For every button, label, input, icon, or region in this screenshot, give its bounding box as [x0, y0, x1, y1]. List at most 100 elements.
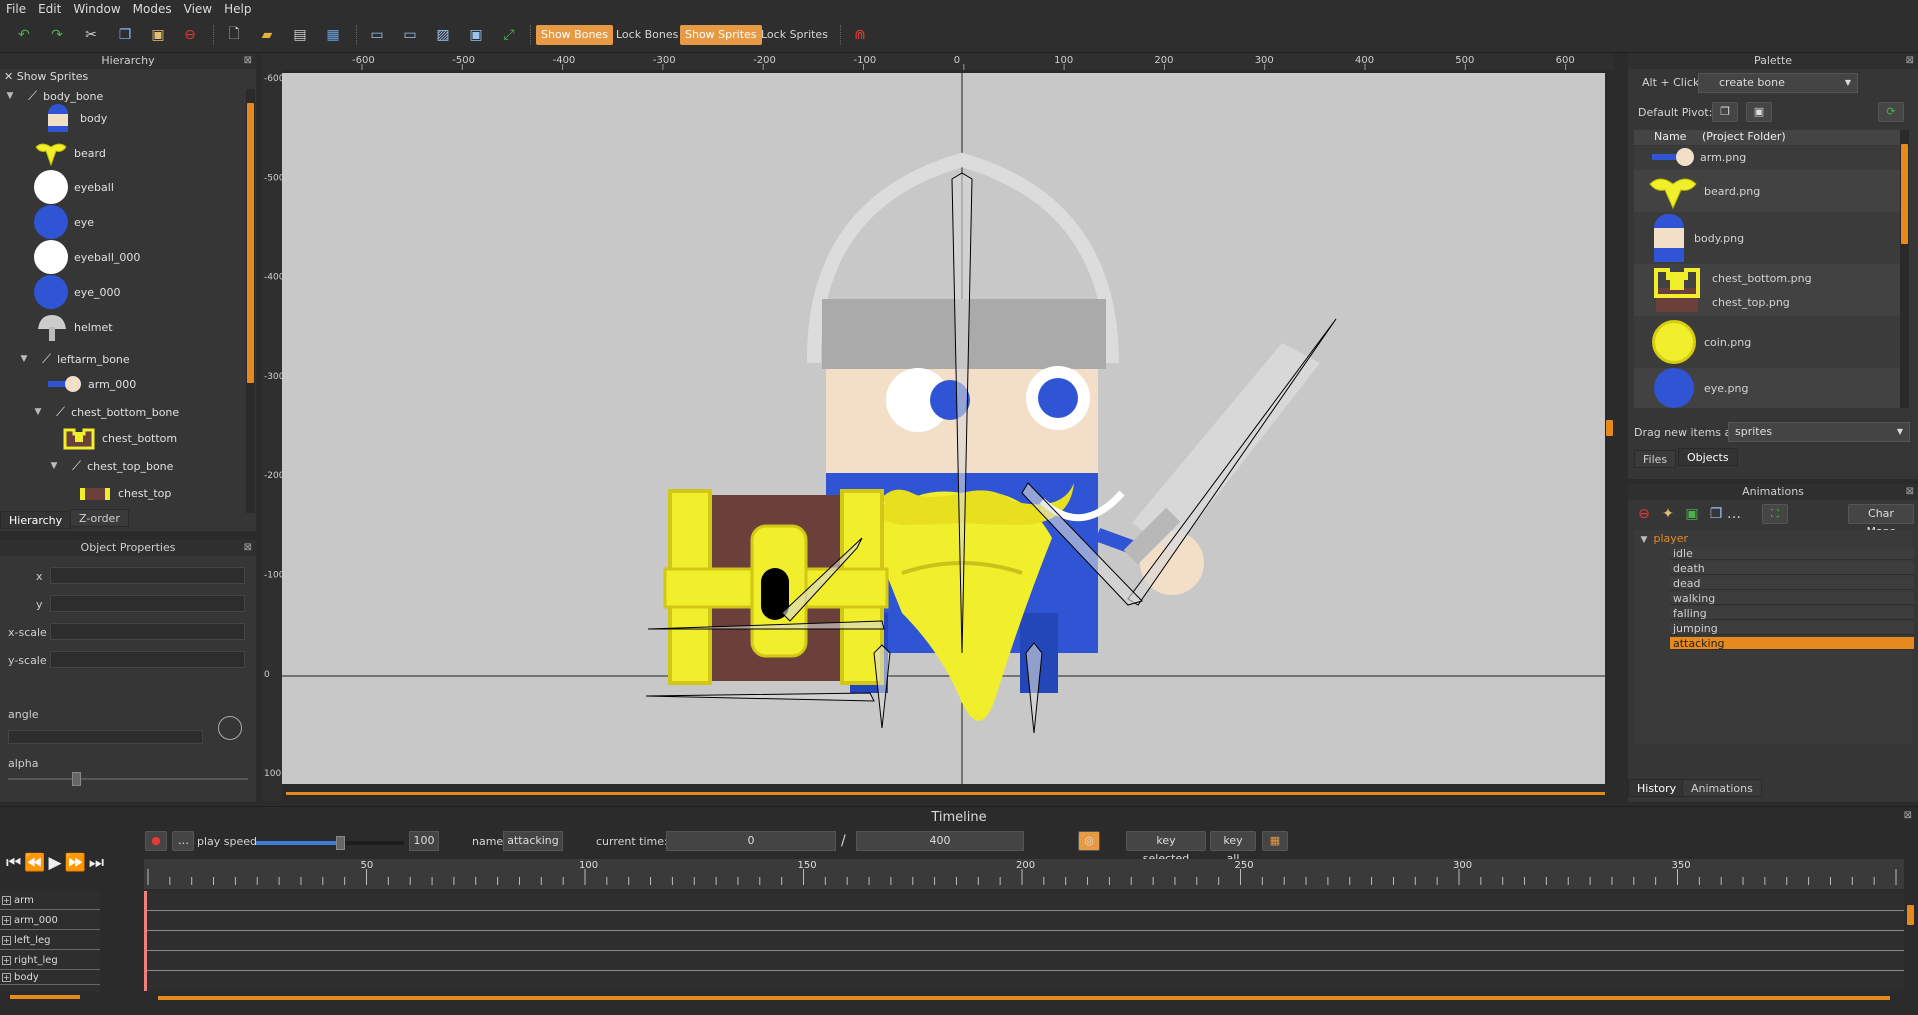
fullscreen-icon[interactable]: ⛶	[1762, 504, 1788, 524]
tree-item-eyeball-000[interactable]: eyeball_000	[34, 240, 140, 274]
track-arm-000[interactable]: + arm_000	[0, 911, 100, 930]
save-icon[interactable]: ▤	[290, 25, 310, 45]
canvas-scrollbar-vertical[interactable]	[1605, 70, 1614, 800]
open-folder-icon[interactable]: ▰	[257, 25, 277, 45]
tree-item-eye-000[interactable]: eye_000	[34, 275, 121, 309]
screenshot-icon[interactable]: ▣	[466, 25, 486, 45]
tab-history[interactable]: History	[1628, 779, 1686, 797]
file-coin[interactable]: coin.png	[1634, 319, 1904, 365]
duplicate-animation-icon[interactable]: ❐	[1706, 504, 1726, 524]
animation-name-field[interactable]: attacking	[503, 831, 563, 851]
skip-start-icon[interactable]: ⏮	[6, 853, 24, 873]
pivot-copy-icon[interactable]: ❐	[1712, 102, 1738, 122]
tree-item-body[interactable]: body	[46, 104, 107, 132]
undo-icon[interactable]: ↶	[14, 25, 34, 45]
tree-item-leftarm-bone[interactable]: ▼ ⟋ leftarm_bone	[18, 348, 130, 370]
canvas-viewport[interactable]: -600 -500 -400 -300 -200 -100 0 100 200 300 400 500…	[262, 53, 1614, 801]
key-selected-button[interactable]: key selected	[1126, 831, 1206, 865]
tree-item-chest-top-bone[interactable]: ▼ ⟋ chest_top_bone	[48, 455, 174, 477]
animation-walking[interactable]: walking	[1670, 592, 1914, 605]
timeline-ruler[interactable]: 50 100 150 200 250 300 350	[144, 859, 1904, 889]
tree-item-eyeball[interactable]: eyeball	[34, 170, 114, 204]
track-arm[interactable]: + arm	[0, 891, 100, 910]
step-forward-icon[interactable]: ⏩	[65, 853, 89, 873]
keyframe-area[interactable]	[144, 891, 1904, 991]
x-field[interactable]	[50, 567, 245, 584]
play-speed-slider[interactable]	[256, 836, 404, 850]
track-right-leg[interactable]: + right_leg	[0, 951, 100, 970]
file-beard[interactable]: beard.png	[1634, 170, 1904, 212]
menu-file[interactable]: File	[0, 2, 32, 16]
more-options-icon[interactable]: …	[1724, 504, 1744, 524]
redo-icon[interactable]: ↷	[47, 25, 67, 45]
close-icon[interactable]: ⊠	[244, 540, 252, 556]
close-icon[interactable]: ⊠	[1904, 810, 1912, 821]
key-settings-icon[interactable]: ◎	[1078, 831, 1100, 851]
tab-animations[interactable]: Animations	[1682, 779, 1762, 797]
file-list-scrollbar[interactable]	[1900, 130, 1909, 408]
animation-death[interactable]: death	[1670, 562, 1914, 575]
refresh-icon[interactable]: ⟳	[1878, 102, 1904, 122]
play-speed-field[interactable]: 100	[409, 831, 439, 851]
lock-sprites-toggle[interactable]: Lock Sprites	[756, 25, 833, 45]
magnet-icon[interactable]: ⋒	[850, 25, 870, 45]
animation-falling[interactable]: falling	[1670, 607, 1914, 620]
animation-attacking[interactable]: attacking	[1670, 637, 1914, 650]
window-icon[interactable]: ▭	[367, 25, 387, 45]
delete-icon[interactable]: ⊖	[180, 25, 200, 45]
add-entity-icon[interactable]: ✦	[1658, 504, 1678, 524]
show-sprites-toggle[interactable]: Show Sprites	[680, 25, 762, 45]
film-icon[interactable]: ▦	[1262, 831, 1288, 851]
cut-icon[interactable]: ✂	[81, 25, 101, 45]
close-icon[interactable]: ⊠	[1906, 484, 1914, 500]
fit-view-icon[interactable]: ⤢	[499, 25, 519, 45]
entity-player[interactable]: ▼ player	[1638, 532, 1689, 545]
close-icon[interactable]: ⊠	[1906, 53, 1914, 69]
animation-dead[interactable]: dead	[1670, 577, 1914, 590]
paste-icon[interactable]: ▣	[148, 25, 168, 45]
step-back-icon[interactable]: ⏪	[24, 853, 48, 873]
skip-end-icon[interactable]: ⏭	[89, 853, 107, 873]
tree-item-chest-bottom[interactable]: chest_bottom	[62, 427, 177, 450]
tree-item-eye[interactable]: eye	[34, 205, 94, 239]
menu-edit[interactable]: Edit	[32, 2, 67, 16]
key-all-button[interactable]: key all	[1210, 831, 1256, 865]
menu-modes[interactable]: Modes	[127, 2, 178, 16]
angle-slider[interactable]	[8, 730, 203, 744]
file-chest[interactable]: chest_bottom.png chest_top.png	[1634, 264, 1904, 316]
menu-view[interactable]: View	[178, 2, 218, 16]
image-icon[interactable]: ▨	[433, 25, 453, 45]
hierarchy-scrollbar[interactable]	[246, 89, 255, 513]
more-options-icon[interactable]: …	[172, 831, 194, 851]
add-animation-icon[interactable]: ▣	[1682, 504, 1702, 524]
tab-files[interactable]: Files	[1634, 450, 1677, 468]
char-maps-button[interactable]: Char Maps	[1848, 504, 1914, 538]
create-bone-dropdown[interactable]: create bone ▼	[1698, 73, 1858, 93]
x-scale-field[interactable]	[50, 623, 245, 640]
tab-z-order[interactable]: Z-order	[70, 509, 129, 527]
tree-item-chest-bottom-bone[interactable]: ▼ ⟋ chest_bottom_bone	[32, 401, 180, 423]
delete-animation-icon[interactable]: ⊖	[1634, 504, 1654, 524]
track-left-leg[interactable]: + left_leg	[0, 931, 100, 950]
close-icon[interactable]: ⊠	[244, 53, 252, 69]
pivot-paste-icon[interactable]: ▣	[1746, 102, 1772, 122]
playhead[interactable]	[144, 891, 147, 991]
track-body[interactable]: + body	[0, 971, 100, 985]
lock-bones-toggle[interactable]: Lock Bones	[611, 25, 683, 45]
play-icon[interactable]: ▶	[48, 853, 64, 873]
file-body[interactable]: body.png	[1634, 214, 1904, 262]
track-list-scrollbar[interactable]	[0, 992, 100, 1002]
tree-item-beard[interactable]: beard	[34, 142, 106, 167]
save-as-icon[interactable]: ▦	[323, 25, 343, 45]
angle-dial[interactable]	[218, 716, 242, 740]
tree-item-helmet[interactable]: helmet	[36, 315, 113, 341]
alpha-slider[interactable]	[8, 772, 248, 786]
current-time-field[interactable]: 0	[666, 831, 836, 851]
file-arm[interactable]: arm.png	[1634, 148, 1904, 166]
animation-length-field[interactable]: 400	[856, 831, 1024, 851]
record-icon[interactable]: ●	[145, 831, 167, 851]
drag-items-dropdown[interactable]: sprites ▼	[1728, 422, 1910, 442]
animation-jumping[interactable]: jumping	[1670, 622, 1914, 635]
timeline-scrollbar[interactable]	[144, 993, 1904, 1003]
y-field[interactable]	[50, 595, 245, 612]
